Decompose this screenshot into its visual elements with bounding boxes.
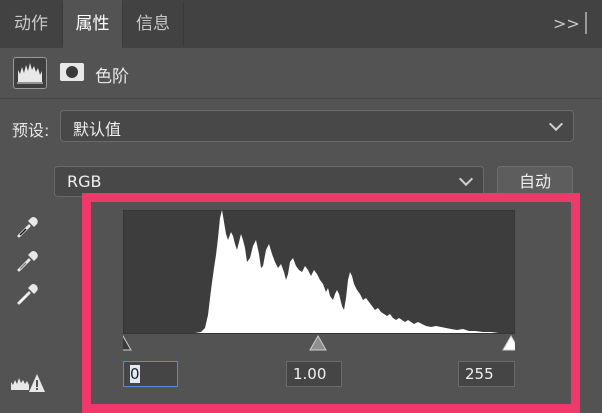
white-point-eyedropper-icon[interactable] <box>14 280 42 308</box>
layer-mask-icon[interactable] <box>56 57 90 89</box>
highlight-frame <box>82 193 580 413</box>
levels-adjustment-icon[interactable] <box>13 57 47 89</box>
panel-tab-bar: 动作 属性 信息 >> <box>0 0 602 48</box>
preset-label: 预设: <box>12 121 50 140</box>
divider <box>0 98 602 99</box>
tab-properties[interactable]: 属性 <box>63 0 122 48</box>
preset-dropdown[interactable]: 默认值 <box>60 110 574 142</box>
tab-divider <box>183 2 184 46</box>
black-point-eyedropper-icon[interactable] <box>14 213 42 241</box>
chevron-down-icon <box>548 116 564 132</box>
collapse-panel-button[interactable]: >> <box>553 10 580 38</box>
chevron-down-icon <box>458 171 474 187</box>
panel-title: 色阶 <box>95 67 129 87</box>
channel-value: RGB <box>67 172 102 191</box>
clipping-warning-icon[interactable] <box>10 372 46 394</box>
tab-actions[interactable]: 动作 <box>0 0 62 48</box>
preset-value: 默认值 <box>73 120 122 139</box>
panel-menu-icon[interactable] <box>585 12 587 34</box>
gray-point-eyedropper-icon[interactable] <box>14 247 42 275</box>
tab-info[interactable]: 信息 <box>123 0 183 48</box>
